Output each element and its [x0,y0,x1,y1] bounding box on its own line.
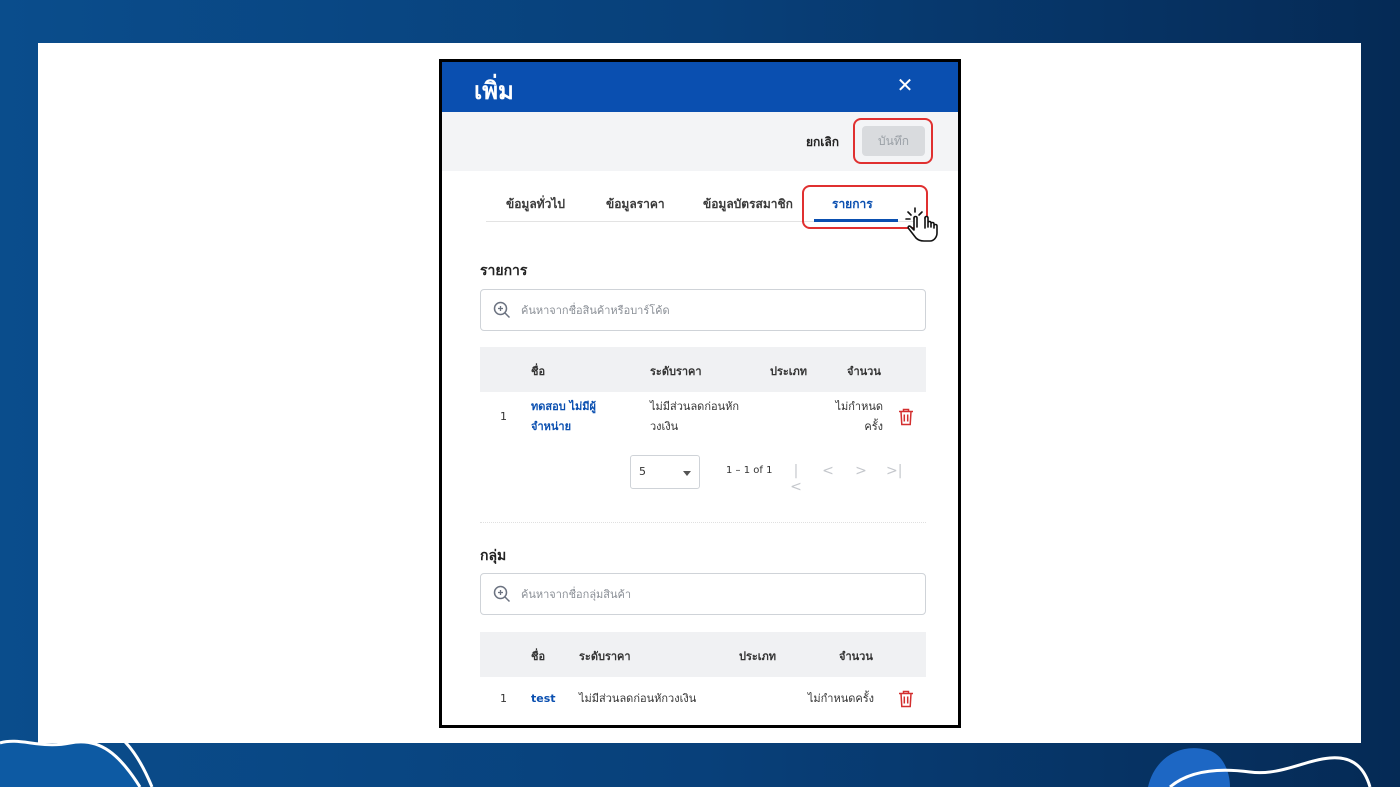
tab-general-info[interactable]: ข้อมูลทั่วไป [506,195,565,214]
item-name-line-2: จำหน่าย [531,420,572,433]
row-index: 1 [500,410,507,423]
quantity-line-1: ไม่กำหนด [835,400,883,413]
group-price-level: ไม่มีส่วนลดก่อนหักวงเงิน [579,692,697,705]
quantity-line-2: ครั้ง [864,420,883,433]
search-plus-icon [493,585,511,603]
table-row: 1 ทดสอบ ไม่มีผู้ จำหน่าย ไม่มีส่วนลดก่อน… [480,397,926,441]
table-row: 1 test ไม่มีส่วนลดก่อนหักวงเงิน ไม่กำหนด… [480,687,926,711]
column-price-level: ระดับราคา [579,650,631,663]
delete-icon[interactable] [898,408,914,426]
column-type: ประเภท [770,365,808,378]
section-divider [480,522,926,523]
groups-section-title: กลุ่ม [480,548,507,564]
page-size-select[interactable]: 5 [630,455,700,489]
groups-search-input[interactable] [521,584,911,604]
items-table-header: ชื่อ ระดับราคา ประเภท จำนวน [480,347,926,392]
items-pagination: 5 1 – 1 of 1 |< < > >| [480,455,926,495]
group-name-link[interactable]: test [531,689,556,709]
group-quantity: ไม่กำหนดครั้ง [807,692,874,705]
items-search-input[interactable] [521,300,911,320]
cancel-button[interactable]: ยกเลิก [806,133,839,152]
price-level-line-2: วงเงิน [650,420,679,433]
pagination-range: 1 – 1 of 1 [726,465,773,476]
last-page-icon[interactable]: >| [886,463,902,479]
save-button[interactable]: บันทึก [862,126,925,156]
pointer-hand-icon [905,207,938,242]
tab-member-card-info[interactable]: ข้อมูลบัตรสมาชิก [703,195,793,214]
previous-page-icon[interactable]: < [820,463,836,479]
chevron-down-icon [683,471,691,476]
column-quantity: จำนวน [847,365,881,378]
row-index: 1 [500,692,507,705]
dialog-header: เพิ่ม ✕ [442,62,958,112]
item-price-level: ไม่มีส่วนลดก่อนหัก วงเงิน [650,397,739,437]
tab-price-info[interactable]: ข้อมูลราคา [606,195,665,214]
item-name-link[interactable]: ทดสอบ ไม่มีผู้ จำหน่าย [531,397,596,437]
column-type: ประเภท [739,650,777,663]
first-page-icon[interactable]: |< [788,463,804,495]
column-quantity: จำนวน [839,650,873,663]
close-icon[interactable]: ✕ [894,74,916,96]
items-search-field[interactable] [480,289,926,331]
groups-search-field[interactable] [480,573,926,615]
column-name: ชื่อ [531,365,546,378]
page-size-value: 5 [639,465,646,478]
delete-icon[interactable] [898,690,914,708]
item-quantity: ไม่กำหนด ครั้ง [835,397,883,437]
groups-table-header: ชื่อ ระดับราคา ประเภท จำนวน [480,632,926,677]
items-section-title: รายการ [480,263,528,279]
search-plus-icon [493,301,511,319]
add-dialog: เพิ่ม ✕ ยกเลิก บันทึก ข้อมูลทั่วไป ข้อมู… [439,59,961,728]
price-level-line-1: ไม่มีส่วนลดก่อนหัก [650,400,740,413]
decorative-wave-right [1148,748,1372,787]
item-name-line-1: ทดสอบ ไม่มีผู้ [531,400,597,413]
dialog-title: เพิ่ม [474,77,514,105]
column-name: ชื่อ [531,650,546,663]
action-bar: ยกเลิก บันทึก [442,112,958,171]
save-highlight-box: บันทึก [853,118,933,164]
tab-bar: ข้อมูลทั่วไป ข้อมูลราคา ข้อมูลบัตรสมาชิก… [442,171,958,242]
column-price-level: ระดับราคา [650,365,702,378]
next-page-icon[interactable]: > [853,463,869,479]
